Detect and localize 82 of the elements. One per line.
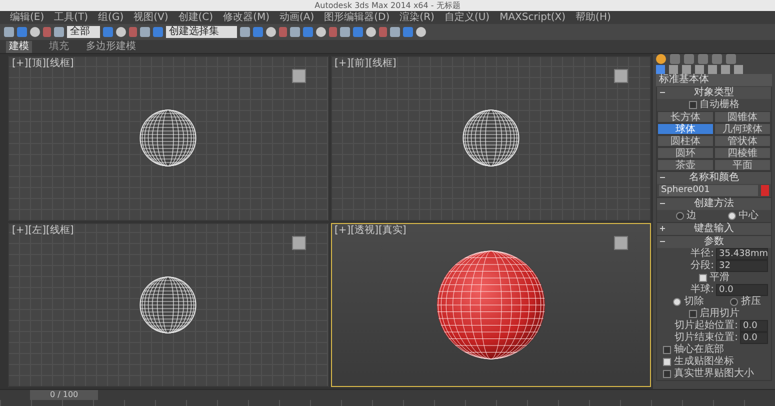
category-icon[interactable] — [734, 64, 743, 74]
menu-item[interactable]: 创建(C) — [178, 12, 214, 24]
radio-option[interactable]: 边 — [670, 210, 696, 222]
window-title: Autodesk 3ds Max 2014 x64 - 无标题 — [314, 0, 460, 10]
menu-item[interactable]: 自定义(U) — [444, 12, 490, 24]
viewport-label[interactable]: [+][前][线框] — [334, 58, 396, 70]
object-type-button[interactable]: 茶壶 — [657, 159, 714, 171]
rollout-header[interactable]: 对象类型 — [657, 87, 771, 99]
field-label: 切片结束位置: — [674, 332, 738, 344]
option-checkbox[interactable]: 轴心在底部 — [657, 344, 771, 356]
autogrid-checkbox[interactable]: 自动栅格 — [657, 99, 771, 111]
timeline-track[interactable] — [0, 400, 775, 406]
field-label: 半球: — [690, 284, 714, 296]
option-checkbox[interactable]: 真实世界贴图大小 — [657, 368, 771, 380]
object-type-button[interactable]: 平面 — [714, 159, 771, 171]
object-type-button[interactable]: 球体 — [657, 123, 714, 135]
spinner-field[interactable]: 32 — [716, 260, 768, 272]
field-label: 半径: — [690, 248, 714, 260]
category-icon[interactable] — [721, 64, 730, 74]
view-cube-icon[interactable] — [614, 69, 628, 83]
menu-item[interactable]: 编辑(E) — [10, 12, 44, 24]
ribbon-tab[interactable]: 填充 — [46, 40, 72, 52]
category-icon[interactable] — [695, 64, 704, 74]
object-type-button[interactable]: 几何球体 — [714, 123, 771, 135]
radio-option[interactable]: 挤压 — [724, 296, 761, 308]
view-cube-icon[interactable] — [292, 69, 306, 83]
time-slider-thumb[interactable]: 0 / 100 — [30, 390, 98, 400]
category-icon[interactable] — [656, 64, 665, 74]
category-icon[interactable] — [669, 64, 678, 74]
field-label: 切片起始位置: — [674, 320, 738, 332]
panel-tab-icon[interactable] — [656, 54, 666, 64]
wireframe-sphere — [138, 108, 198, 168]
object-type-button[interactable]: 管状体 — [714, 135, 771, 147]
menu-item[interactable]: MAXScript(X) — [500, 12, 566, 24]
viewport-label[interactable]: [+][左][线框] — [12, 224, 74, 236]
object-type-button[interactable]: 圆柱体 — [657, 135, 714, 147]
field-label: 分段: — [690, 260, 714, 272]
rollout-header[interactable]: 键盘输入 — [657, 223, 771, 235]
rollout-header[interactable]: 参数 — [657, 236, 771, 248]
object-type-button[interactable]: 四棱锥 — [714, 147, 771, 159]
view-cube-icon[interactable] — [614, 236, 628, 250]
color-swatch[interactable] — [761, 185, 769, 196]
view-cube-icon[interactable] — [292, 236, 306, 250]
spinner-field[interactable]: 0.0 — [716, 284, 768, 296]
spinner-field[interactable]: 35.438mm — [716, 248, 768, 260]
viewport-label[interactable]: [+][顶][线框] — [12, 58, 74, 70]
name-field[interactable]: Sphere001 — [659, 185, 758, 196]
menu-item[interactable]: 组(G) — [98, 12, 124, 24]
viewport[interactable]: [+][前][线框] — [330, 56, 651, 220]
rollout-header[interactable]: 创建方法 — [657, 198, 771, 210]
category-dropdown[interactable]: 标准基本体 — [656, 74, 772, 86]
option-checkbox[interactable]: 生成贴图坐标 — [657, 356, 771, 368]
wireframe-sphere — [138, 274, 198, 335]
menu-item[interactable]: 修改器(M) — [223, 12, 270, 24]
rollout-header[interactable]: 名称和颜色 — [657, 172, 771, 184]
ribbon-subtitle: 多边形建模 — [86, 40, 136, 52]
category-icon[interactable] — [682, 64, 691, 74]
category-icon[interactable] — [708, 64, 717, 74]
named-selection-dropdown[interactable]: 创建选择集 — [166, 26, 237, 38]
slice-checkbox[interactable]: 启用切片 — [657, 308, 771, 320]
selection-filter-dropdown[interactable]: 全部 — [67, 26, 100, 38]
object-type-button[interactable]: 圆锥体 — [714, 111, 771, 123]
viewport[interactable]: [+][左][线框] — [8, 222, 328, 387]
menu-item[interactable]: 视图(V) — [134, 12, 168, 24]
menu-item[interactable]: 工具(T) — [54, 12, 88, 24]
object-type-button[interactable]: 圆环 — [657, 147, 714, 159]
object-type-button[interactable]: 长方体 — [657, 111, 714, 123]
ribbon-tab[interactable]: 建模 — [6, 40, 32, 52]
spinner-field[interactable]: 0.0 — [740, 332, 768, 344]
spinner-field[interactable]: 0.0 — [740, 320, 768, 332]
viewport[interactable]: [+][顶][线框] — [8, 56, 328, 220]
radio-option[interactable]: 切除 — [667, 296, 704, 308]
radio-option[interactable]: 中心 — [722, 210, 758, 222]
menu-item[interactable]: 帮助(H) — [576, 12, 611, 24]
menu-item[interactable]: 渲染(R) — [400, 12, 434, 24]
viewport-label[interactable]: [+][透视][真实] — [334, 224, 406, 236]
menu-item[interactable]: 动画(A) — [280, 12, 314, 24]
menu-item[interactable]: 图形编辑器(D) — [324, 12, 390, 24]
smooth-checkbox[interactable]: 平滑 — [657, 272, 771, 284]
viewport[interactable]: [+][透视][真实] — [330, 222, 651, 387]
wireframe-sphere — [460, 108, 521, 168]
time-slider[interactable]: 0 / 100 — [0, 389, 775, 400]
